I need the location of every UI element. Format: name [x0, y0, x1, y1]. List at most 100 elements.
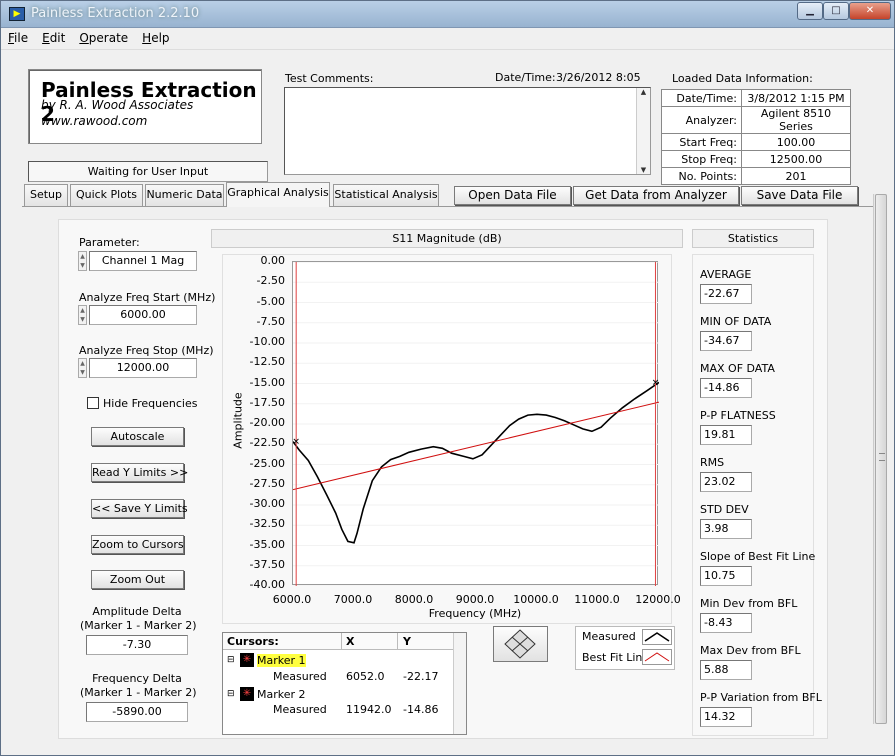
y-tick-label: -12.50	[249, 355, 285, 369]
scrollbar-thumb[interactable]	[875, 194, 887, 724]
tab-quick-plots[interactable]: Quick Plots	[70, 184, 143, 206]
stat-value: -22.67	[700, 284, 752, 304]
x-axis-label: Frequency (MHz)	[428, 607, 522, 620]
freq-start-input[interactable]: 6000.00	[89, 305, 197, 325]
save-data-file-button[interactable]: Save Data File	[741, 186, 858, 205]
y-tick-label: -5.00	[256, 294, 285, 308]
parameter-select[interactable]: Channel 1 Mag	[89, 251, 197, 271]
tab-statistical-analysis[interactable]: Statistical Analysis	[333, 184, 439, 206]
menu-operate[interactable]: Operate	[72, 28, 135, 45]
loaded-value: 12500.00	[741, 150, 851, 168]
marker-2-icon: ✳	[240, 687, 254, 701]
freq-start-label: Analyze Freq Start (MHz)	[79, 291, 216, 304]
plot-area[interactable]: ✕ ✕	[292, 261, 660, 587]
tab-setup[interactable]: Setup	[24, 184, 68, 206]
save-y-limits-button[interactable]: << Save Y Limits	[91, 499, 188, 518]
collapse-icon[interactable]: ⊟	[227, 655, 235, 665]
y-tick-label: -22.50	[249, 436, 285, 450]
tab-numeric-data[interactable]: Numeric Data	[145, 184, 224, 206]
cursors-header-x: X	[346, 635, 355, 648]
cursor-marker-point[interactable]: ✕	[652, 378, 660, 388]
y-tick-label: -27.50	[249, 476, 285, 490]
stat-value: -14.86	[700, 378, 752, 398]
table-row: Date/Time: 3/8/2012 1:15 PM	[661, 89, 851, 107]
cursors-header-y: Y	[403, 635, 411, 648]
cursor-row-y: -22.17	[403, 670, 439, 683]
chart-svg: ✕✕	[292, 261, 660, 587]
read-y-limits-button[interactable]: Read Y Limits >>	[91, 463, 188, 482]
cursor-marker-point[interactable]: ✕	[292, 438, 300, 448]
app-icon: ▶	[9, 7, 25, 21]
cursors-scrollbar[interactable]	[453, 633, 466, 734]
cursor-row-name: Measured	[273, 703, 327, 716]
stat-label: RMS	[700, 456, 725, 469]
loaded-key: Stop Freq:	[661, 150, 742, 168]
collapse-icon[interactable]: ⊟	[227, 689, 235, 699]
open-data-file-button[interactable]: Open Data File	[454, 186, 571, 205]
loaded-info-title: Loaded Data Information:	[672, 72, 813, 85]
hide-frequencies-checkbox[interactable]	[87, 397, 99, 409]
stat-label: AVERAGE	[700, 268, 752, 281]
stat-value: 5.88	[700, 660, 752, 680]
logo-box: Painless Extraction 2 by R. A. Wood Asso…	[28, 69, 262, 144]
logo-url: www.rawood.com	[41, 114, 148, 128]
y-tick-label: -40.00	[249, 578, 285, 591]
y-tick-label: -7.50	[256, 314, 285, 328]
freq-stop-spinner[interactable]: ▲ ▼	[78, 358, 87, 378]
zoom-out-button[interactable]: Zoom Out	[91, 570, 184, 589]
amplitude-delta-label: Amplitude Delta	[92, 605, 182, 618]
cursor-marker-2[interactable]: Marker 2	[257, 688, 306, 701]
cursor-move-pad[interactable]	[493, 626, 548, 662]
stat-label: Slope of Best Fit Line	[700, 550, 816, 563]
x-tick-label: 8000.0	[394, 593, 434, 606]
amplitude-delta-sublabel: (Marker 1 - Marker 2)	[80, 619, 197, 632]
tab-graphical-analysis[interactable]: Graphical Analysis	[226, 182, 330, 207]
stat-label: Max Dev from BFL	[700, 644, 801, 657]
close-button[interactable]: ✕	[849, 2, 891, 20]
freq-start-spinner[interactable]: ▲ ▼	[78, 305, 87, 325]
cursor-marker-1[interactable]: Marker 1	[257, 654, 306, 667]
chart-legend: Measured Best Fit Line	[575, 626, 675, 670]
status-field: Waiting for User Input	[28, 161, 268, 182]
scroll-up-icon[interactable]: ▲	[637, 88, 650, 96]
loaded-value: 201	[741, 167, 851, 185]
y-tick-label: 0.00	[260, 254, 286, 267]
cursors-table: Cursors: X Y ⊟ ✳ Marker 1 Measured 6052.…	[222, 632, 467, 735]
get-data-button[interactable]: Get Data from Analyzer	[573, 186, 739, 205]
x-tick-label: 11000.0	[574, 593, 620, 606]
minimize-button[interactable]: ▁	[797, 2, 823, 20]
stat-value: 3.98	[700, 519, 752, 539]
autoscale-button[interactable]: Autoscale	[91, 427, 184, 446]
marker-1-icon: ✳	[240, 653, 254, 667]
maximize-button[interactable]: □	[823, 2, 849, 20]
y-axis-label: Amplitude	[231, 392, 245, 449]
legend-measured-swatch[interactable]	[642, 629, 672, 645]
menu-file[interactable]: File	[1, 28, 35, 45]
comments-scrollbar[interactable]: ▲ ▼	[636, 88, 650, 174]
legend-bfl-label: Best Fit Line	[582, 651, 650, 664]
main-scrollbar[interactable]	[873, 194, 887, 724]
y-tick-label: -32.50	[249, 517, 285, 531]
parameter-spinner[interactable]: ▲ ▼	[78, 251, 87, 271]
cursor-row-name: Measured	[273, 670, 327, 683]
stat-label: STD DEV	[700, 503, 749, 516]
stat-value: 10.75	[700, 566, 752, 586]
series-measured-line	[292, 381, 660, 544]
y-tick-label: -25.00	[249, 456, 285, 470]
menu-edit[interactable]: Edit	[35, 28, 72, 45]
loaded-key: Date/Time:	[661, 89, 742, 107]
menu-help[interactable]: Help	[135, 28, 176, 45]
y-tick-label: -17.50	[249, 395, 285, 409]
comments-textarea[interactable]: ▲ ▼	[284, 87, 651, 175]
scroll-down-icon[interactable]: ▼	[637, 166, 650, 174]
freq-stop-input[interactable]: 12000.00	[89, 358, 197, 378]
series-best-fit-line	[292, 401, 660, 491]
legend-bfl-swatch[interactable]	[642, 649, 672, 665]
frequency-delta-sublabel: (Marker 1 - Marker 2)	[80, 686, 197, 699]
title-bar[interactable]: ▶ Painless Extraction 2.2.10 ▁ □ ✕	[1, 1, 894, 28]
stat-value: -34.67	[700, 331, 752, 351]
cursor-row-y: -14.86	[403, 703, 439, 716]
y-tick-label: -10.00	[249, 335, 285, 348]
y-tick-label: -2.50	[256, 274, 285, 288]
zoom-to-cursors-button[interactable]: Zoom to Cursors	[91, 535, 184, 554]
